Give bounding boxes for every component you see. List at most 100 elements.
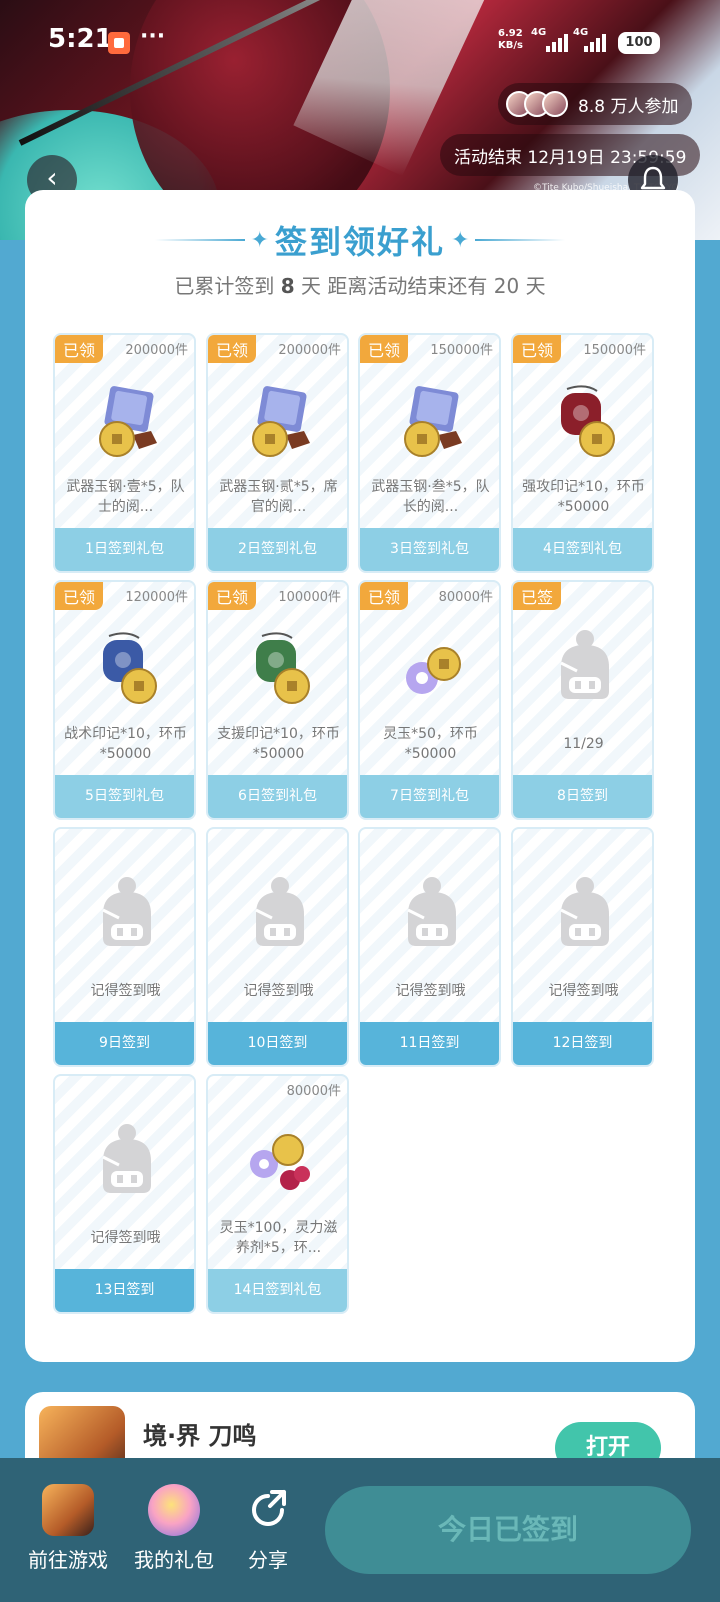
status-badge: 已领 (208, 582, 257, 610)
checkin-tile-day-1[interactable]: 已领 200000件武器玉钢·壹*5，队士的阅... 1日签到礼包 (53, 333, 196, 573)
share-label: 分享 (248, 1548, 288, 1572)
goto-game-label: 前往游戏 (28, 1548, 108, 1572)
support-seal-icon (242, 630, 318, 706)
status-badge: 已领 (360, 335, 409, 363)
days-signed-count: 8 (280, 274, 295, 298)
gift-description: 灵玉*50，环币*50000 (383, 726, 478, 762)
checkin-progress-text: 已累计签到 8 天 距离活动结束还有 20 天 (174, 274, 546, 298)
spirit-jade-potion-icon (242, 1124, 318, 1200)
network-speed: 6.92 KB/s (498, 28, 523, 51)
gift-description: 记得签到哦 (395, 983, 466, 999)
checkin-tile-day-10[interactable]: 记得签到哦 10日签到 (206, 827, 349, 1067)
goto-game-button[interactable]: 前往游戏 (28, 1484, 108, 1573)
tile-day-label: 6日签到礼包 (208, 775, 347, 818)
mascot-placeholder-icon (553, 627, 617, 703)
status-badge: 已领 (513, 335, 562, 363)
gift-description: 记得签到哦 (90, 1230, 161, 1246)
tile-day-label: 5日签到礼包 (55, 775, 194, 818)
tactic-seal-icon (89, 630, 165, 706)
gift-avatar-icon (148, 1484, 200, 1536)
title-divider-right (475, 239, 566, 241)
mascot-placeholder-icon (553, 874, 617, 950)
mascot-placeholder-icon (248, 874, 312, 950)
my-gifts-button[interactable]: 我的礼包 (134, 1484, 214, 1573)
attack-seal-icon (547, 383, 623, 459)
tile-day-label: 9日签到 (55, 1022, 194, 1065)
checkin-tile-day-4[interactable]: 已领 150000件强攻印记*10，环币*50000 4日签到礼包 (511, 333, 654, 573)
tile-day-label: 10日签到 (208, 1022, 347, 1065)
days-left-count: 20 (493, 274, 520, 298)
game-name: 境·界 刀鸣 (143, 1422, 257, 1450)
gift-quantity: 150000件 (430, 343, 493, 358)
checkin-card: ✦ 签到领好礼 ✦ 已累计签到 8 天 距离活动结束还有 20 天 已领 2000… (25, 190, 695, 1362)
network-type-1: 4G (531, 27, 547, 38)
status-badge: 已签 (513, 582, 562, 610)
participant-avatars (506, 91, 568, 117)
participants-pill: 8.8 万人参加 (498, 83, 693, 125)
gift-quantity: 150000件 (583, 343, 646, 358)
title-divider-left (154, 239, 245, 241)
weapon-steel-bundle-icon (242, 383, 318, 459)
checkin-tile-day-5[interactable]: 已领 120000件 战术印记*10，环币*50000 5日签到礼包 (53, 580, 196, 820)
checkin-tile-day-8[interactable]: 已签 11/29 8日签到 (511, 580, 654, 820)
tile-day-label: 3日签到礼包 (360, 528, 499, 571)
checkin-tile-day-12[interactable]: 记得签到哦 12日签到 (511, 827, 654, 1067)
checkin-tile-day-3[interactable]: 已领 150000件武器玉钢·叁*5，队长的阅... 3日签到礼包 (358, 333, 501, 573)
signal-strength-icon-2 (584, 32, 606, 52)
more-notifications-icon: ··· (140, 24, 166, 49)
battery-indicator: 100 (618, 32, 660, 54)
tile-day-label: 11日签到 (360, 1022, 499, 1065)
gift-quantity: 200000件 (125, 343, 188, 358)
mascot-placeholder-icon (95, 874, 159, 950)
status-badge: 已领 (55, 582, 104, 610)
checkin-title: 签到领好礼 (274, 223, 445, 261)
my-gifts-label: 我的礼包 (134, 1548, 214, 1572)
checkin-tile-day-9[interactable]: 记得签到哦 9日签到 (53, 827, 196, 1067)
gift-description: 强攻印记*10，环币*50000 (522, 479, 645, 515)
share-button[interactable]: 分享 (242, 1484, 294, 1573)
gift-description: 11/29 (563, 736, 604, 752)
sparkle-icon: ✦ (250, 227, 269, 253)
gift-description: 武器玉钢·壹*5，队士的阅... (66, 479, 185, 515)
signed-today-button[interactable]: 今日已签到 (325, 1486, 691, 1574)
mascot-placeholder-icon (400, 874, 464, 950)
sparkle-icon: ✦ (451, 227, 470, 253)
checkin-tile-day-13[interactable]: 记得签到哦 13日签到 (53, 1074, 196, 1314)
tile-day-label: 12日签到 (513, 1022, 652, 1065)
status-badge: 已领 (208, 335, 257, 363)
gift-quantity: 100000件 (278, 590, 341, 605)
avatar (542, 91, 568, 117)
checkin-title-row: ✦ 签到领好礼 ✦ (25, 220, 695, 261)
tile-day-label: 8日签到 (513, 775, 652, 818)
gift-description: 记得签到哦 (548, 983, 619, 999)
tile-day-label: 4日签到礼包 (513, 528, 652, 571)
checkin-tile-day-2[interactable]: 已领 200000件 武器玉钢·贰*5，席官的阅... 2日签到礼包 (206, 333, 349, 573)
gift-description: 灵玉*100，灵力滋养剂*5，环... (219, 1220, 338, 1256)
checkin-tile-day-14[interactable]: 80000件灵玉*100，灵力滋养剂*5，环... 14日签到礼包 (206, 1074, 349, 1314)
bottom-action-bar: 前往游戏 我的礼包 分享 今日已签到 (0, 1458, 720, 1602)
gift-description: 武器玉钢·叁*5，队长的阅... (371, 479, 490, 515)
status-time: 5:21 (48, 24, 113, 54)
signal-strength-icon (546, 32, 568, 52)
gift-quantity: 80000件 (286, 1084, 341, 1099)
checkin-tile-day-6[interactable]: 已领 100000件支援印记*10，环币*50000 6日签到礼包 (206, 580, 349, 820)
status-badge: 已领 (55, 335, 104, 363)
status-badge: 已领 (360, 582, 409, 610)
tile-day-label: 14日签到礼包 (208, 1269, 347, 1312)
gift-description: 记得签到哦 (90, 983, 161, 999)
gift-description: 战术印记*10，环币*50000 (64, 726, 187, 762)
screen-record-icon (108, 32, 130, 54)
share-icon (242, 1484, 294, 1536)
gift-description: 支援印记*10，环币*50000 (217, 726, 340, 762)
tile-day-label: 7日签到礼包 (360, 775, 499, 818)
spirit-jade-coin-icon (394, 630, 470, 706)
weapon-steel-bundle-icon (394, 383, 470, 459)
gift-description: 武器玉钢·贰*5，席官的阅... (219, 479, 338, 515)
status-bar: 5:21 ··· 6.92 KB/s 4G 4G 100 (0, 0, 720, 90)
gift-quantity: 200000件 (278, 343, 341, 358)
tile-day-label: 13日签到 (55, 1269, 194, 1312)
checkin-tile-day-7[interactable]: 已领 80000件灵玉*50，环币*50000 7日签到礼包 (358, 580, 501, 820)
gift-quantity: 80000件 (438, 590, 493, 605)
checkin-tile-day-11[interactable]: 记得签到哦 11日签到 (358, 827, 501, 1067)
tile-day-label: 1日签到礼包 (55, 528, 194, 571)
